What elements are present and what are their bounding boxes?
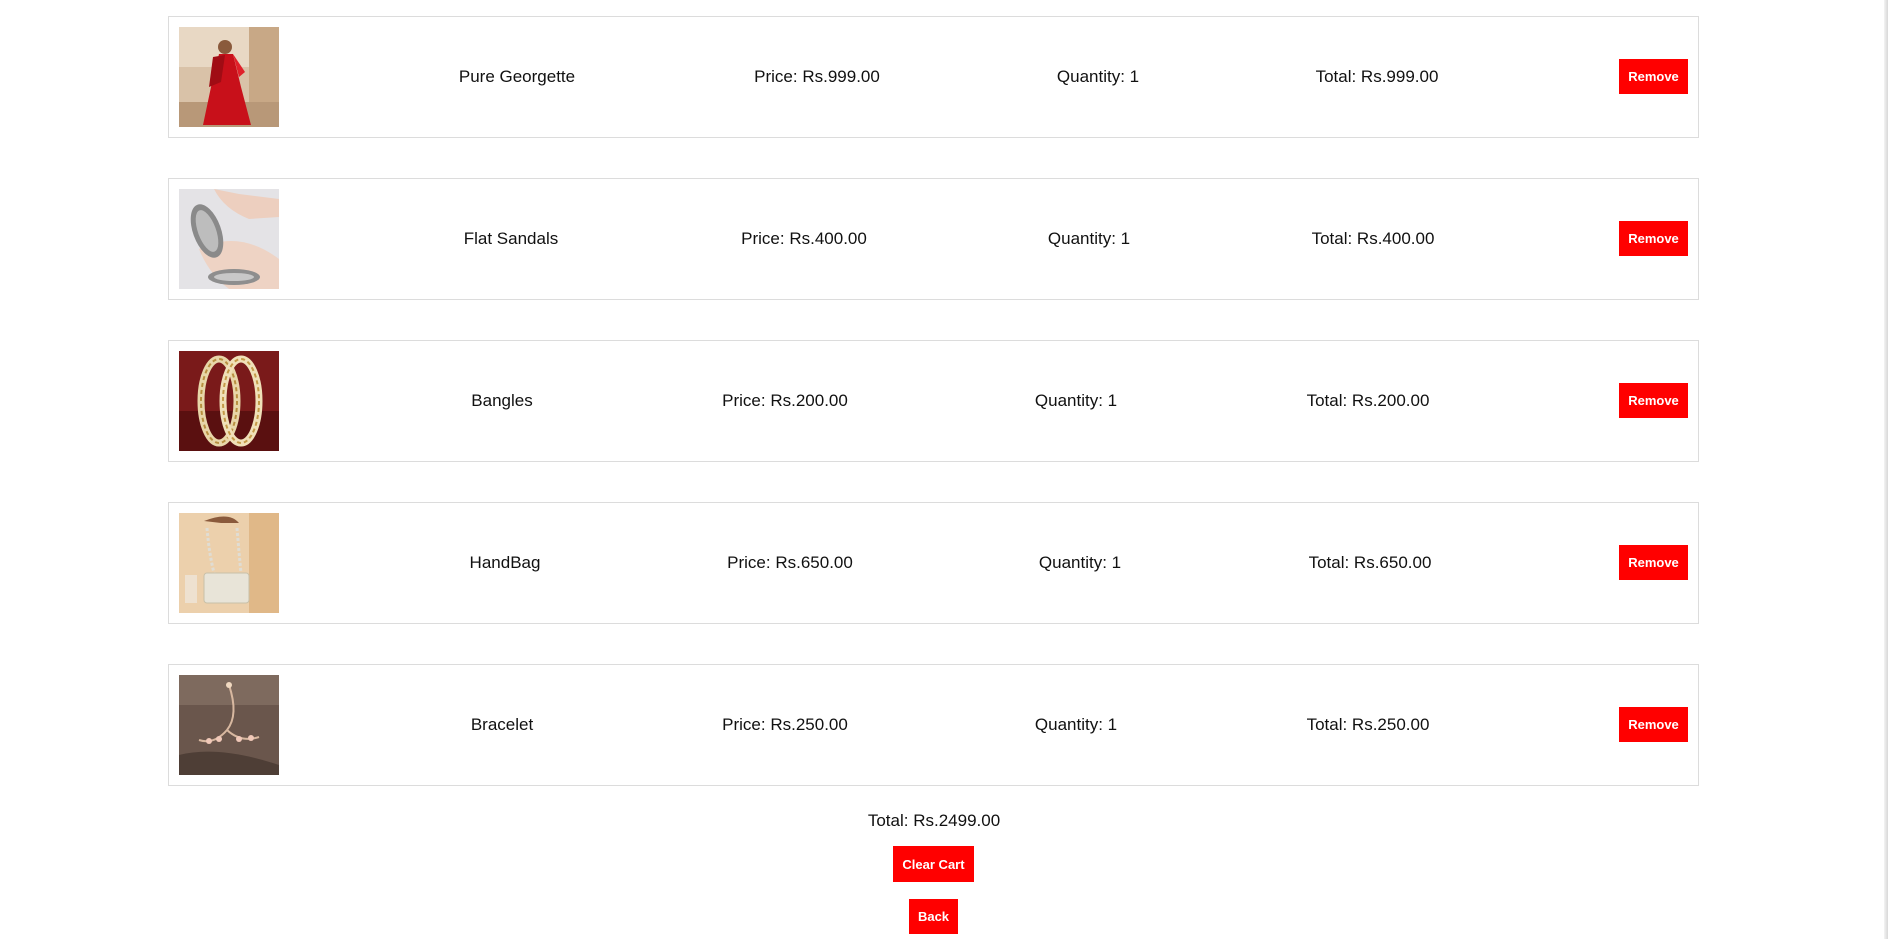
item-total: Total: Rs.650.00 xyxy=(1308,553,1432,572)
item-total: Total: Rs.400.00 xyxy=(1311,229,1435,248)
cart-item-list: Pure Georgette Price: Rs.999.00 Quantity… xyxy=(168,16,1699,826)
item-quantity: Quantity: 1 xyxy=(1047,229,1131,248)
item-name: Flat Sandals xyxy=(463,229,559,248)
item-total: Total: Rs.999.00 xyxy=(1315,67,1439,86)
item-name: Bangles xyxy=(471,391,533,410)
bracelet-photo-icon xyxy=(179,675,279,775)
cart-item: HandBag Price: Rs.650.00 Quantity: 1 Tot… xyxy=(168,502,1699,624)
page-scrollbar[interactable] xyxy=(1884,0,1888,939)
item-quantity: Quantity: 1 xyxy=(1056,67,1140,86)
item-name: HandBag xyxy=(469,553,541,572)
remove-button[interactable]: Remove xyxy=(1619,707,1688,742)
cart-item: Pure Georgette Price: Rs.999.00 Quantity… xyxy=(168,16,1699,138)
bangles-photo-icon xyxy=(179,351,279,451)
item-price: Price: Rs.250.00 xyxy=(722,715,848,734)
remove-button[interactable]: Remove xyxy=(1619,383,1688,418)
cart-page: Pure Georgette Price: Rs.999.00 Quantity… xyxy=(0,0,1888,939)
item-price: Price: Rs.999.00 xyxy=(754,67,880,86)
item-total: Total: Rs.250.00 xyxy=(1306,715,1430,734)
cart-grand-total: Total: Rs.2499.00 xyxy=(867,811,1001,830)
remove-button[interactable]: Remove xyxy=(1619,545,1688,580)
item-price: Price: Rs.650.00 xyxy=(727,553,853,572)
cart-item: Flat Sandals Price: Rs.400.00 Quantity: … xyxy=(168,178,1699,300)
item-total: Total: Rs.200.00 xyxy=(1306,391,1430,410)
cart-item: Bracelet Price: Rs.250.00 Quantity: 1 To… xyxy=(168,664,1699,786)
item-quantity: Quantity: 1 xyxy=(1038,553,1122,572)
item-quantity: Quantity: 1 xyxy=(1034,391,1118,410)
item-price: Price: Rs.400.00 xyxy=(741,229,867,248)
back-button[interactable]: Back xyxy=(909,899,958,934)
item-name: Bracelet xyxy=(470,715,534,734)
cart-item: Bangles Price: Rs.200.00 Quantity: 1 Tot… xyxy=(168,340,1699,462)
remove-button[interactable]: Remove xyxy=(1619,221,1688,256)
remove-button[interactable]: Remove xyxy=(1619,59,1688,94)
item-name: Pure Georgette xyxy=(458,67,576,86)
item-quantity: Quantity: 1 xyxy=(1034,715,1118,734)
saree-photo-icon xyxy=(179,27,279,127)
clear-cart-button[interactable]: Clear Cart xyxy=(893,846,974,882)
sandals-photo-icon xyxy=(179,189,279,289)
item-price: Price: Rs.200.00 xyxy=(722,391,848,410)
handbag-photo-icon xyxy=(179,513,279,613)
